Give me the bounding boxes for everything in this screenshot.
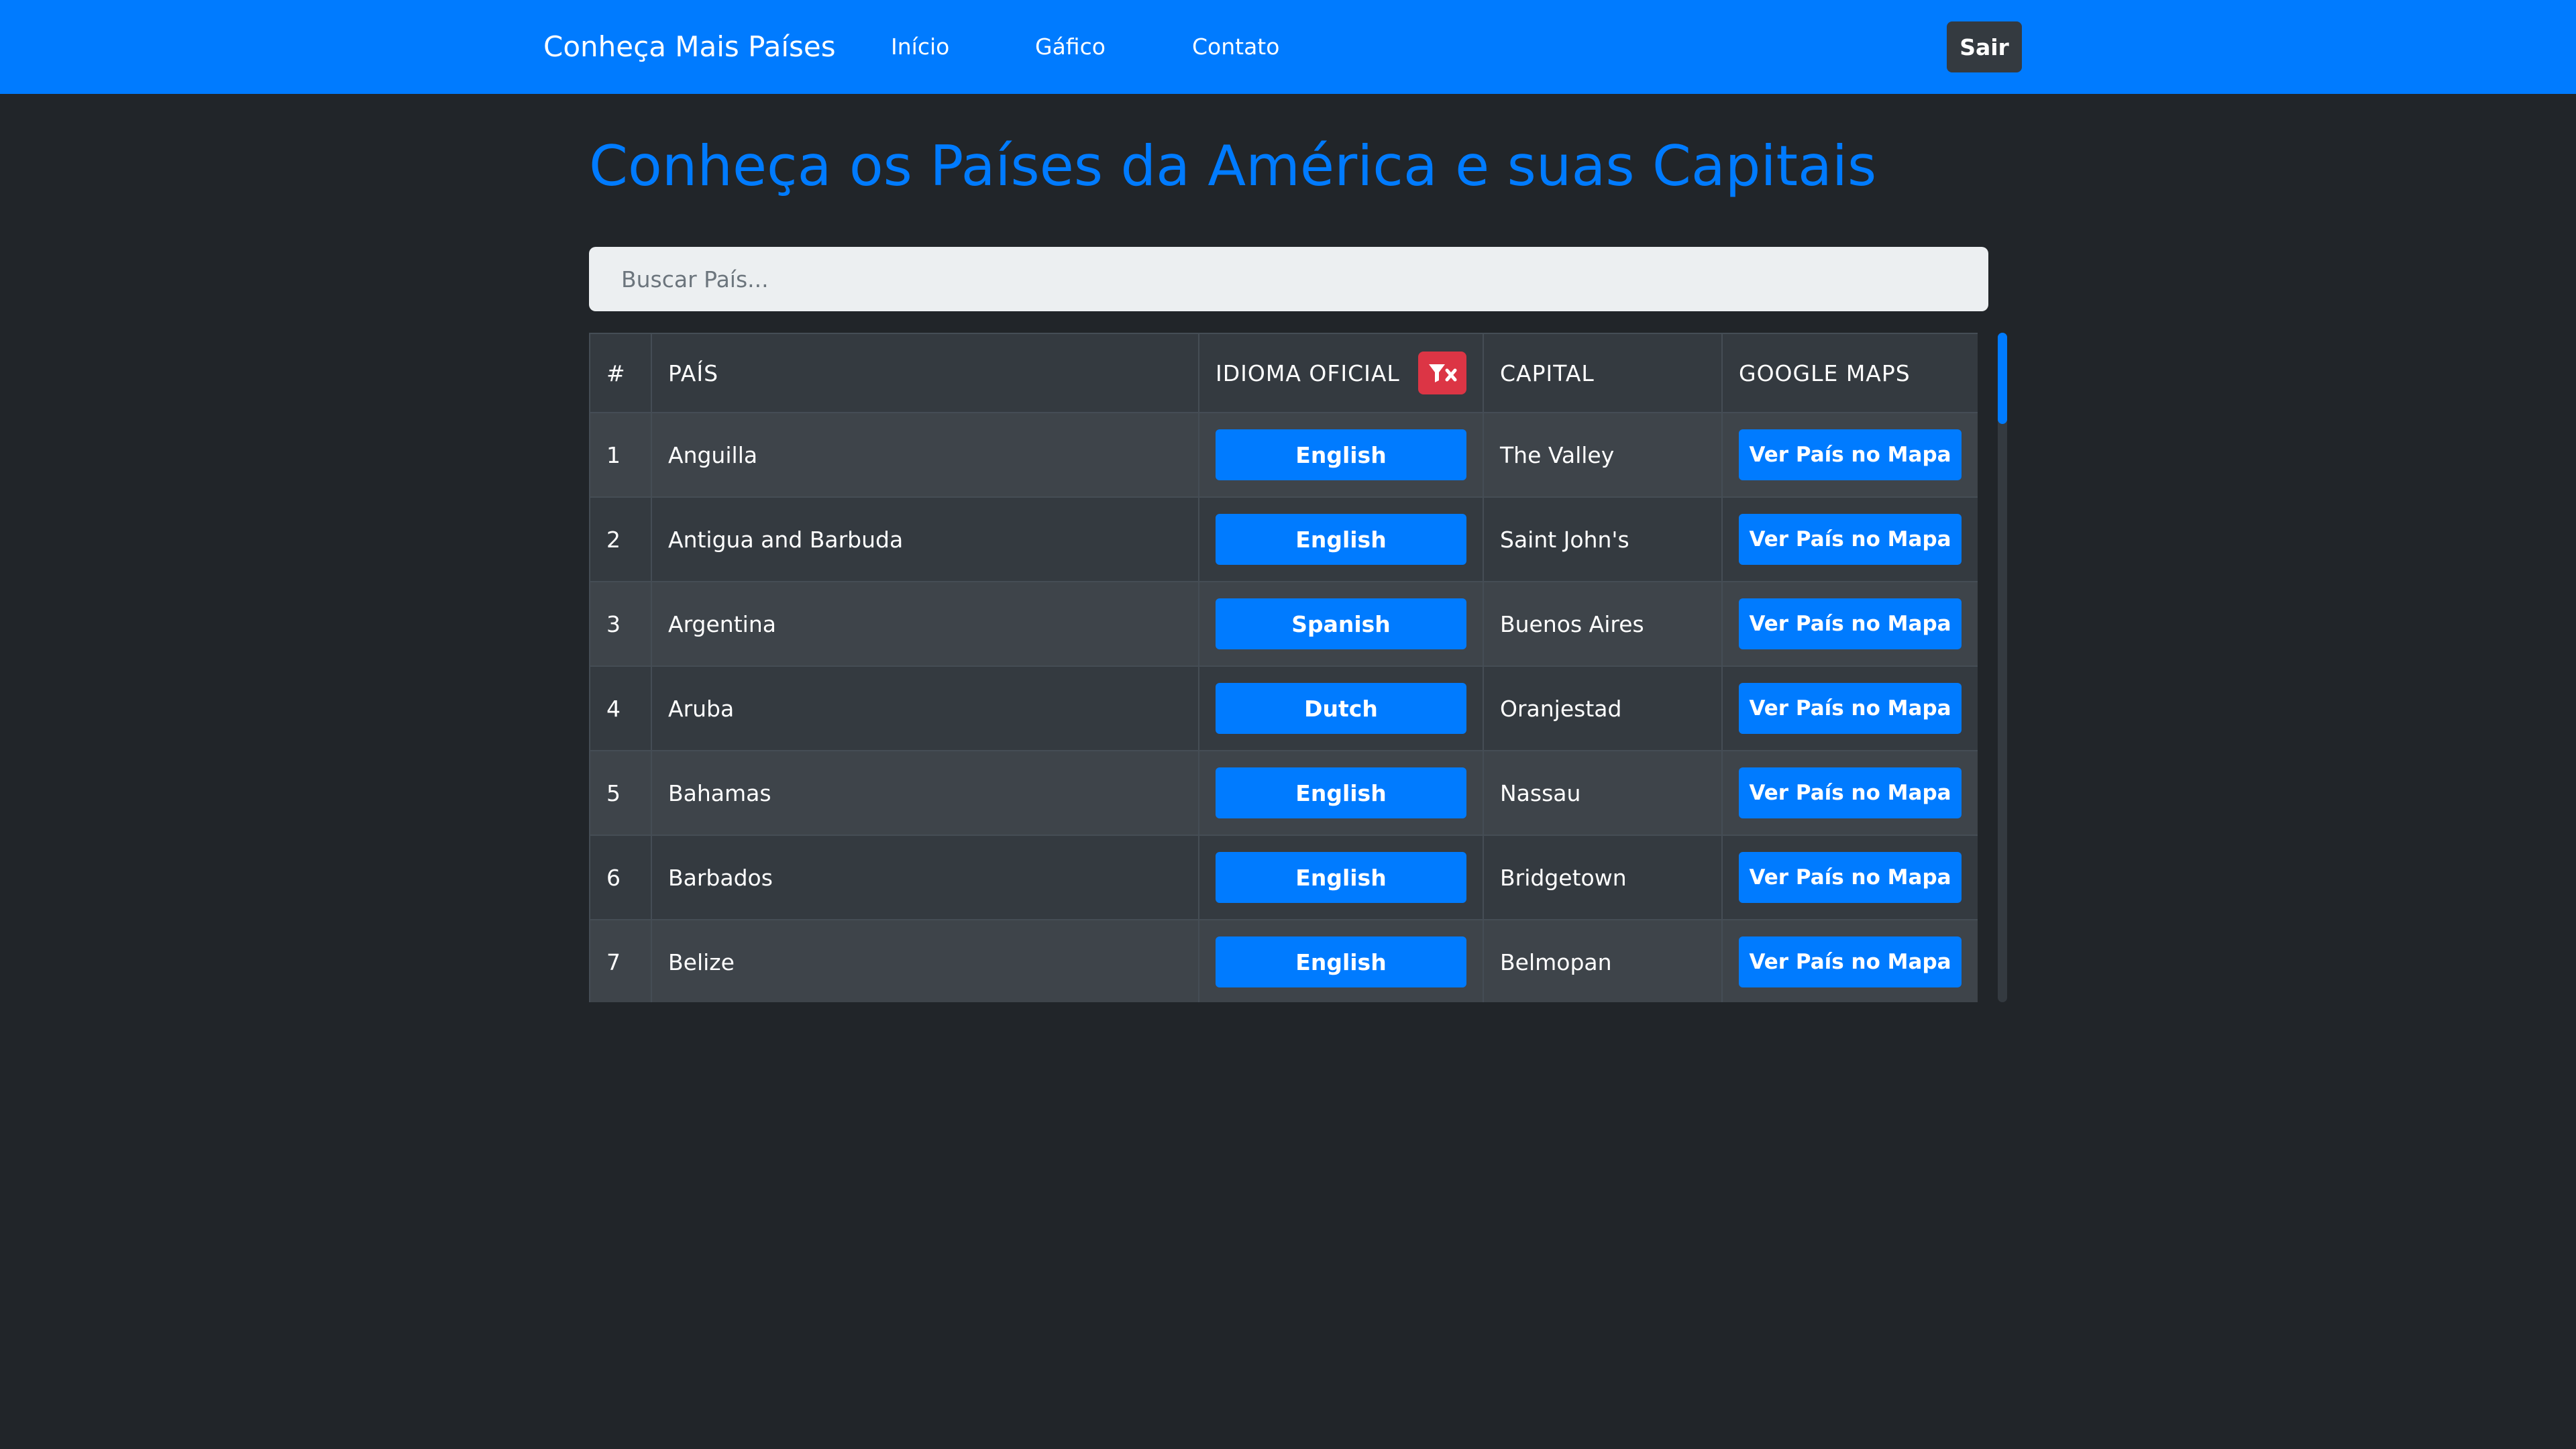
table-row: 2 Antigua and Barbuda English Saint John… bbox=[589, 496, 1978, 582]
header-pais: PAÍS bbox=[651, 333, 1199, 413]
top-navbar: Conheça Mais Países Início Gáfico Contat… bbox=[0, 0, 2576, 94]
row-language-cell: English bbox=[1198, 496, 1484, 582]
countries-table: # PAÍS IDIOMA OFICIAL CAPITAL GOOGLE MAP… bbox=[589, 333, 1978, 1002]
language-button[interactable]: English bbox=[1216, 936, 1466, 987]
row-language-cell: Dutch bbox=[1198, 665, 1484, 751]
row-country: Anguilla bbox=[651, 412, 1199, 498]
row-map-cell: Ver País no Mapa bbox=[1721, 750, 1978, 836]
header-number: # bbox=[589, 333, 652, 413]
row-map-cell: Ver País no Mapa bbox=[1721, 412, 1978, 498]
row-country: Barbados bbox=[651, 835, 1199, 920]
table-row: 1 Anguilla English The Valley Ver País n… bbox=[589, 412, 1978, 498]
row-number: 4 bbox=[589, 665, 652, 751]
row-language-cell: English bbox=[1198, 412, 1484, 498]
row-capital: Oranjestad bbox=[1483, 665, 1723, 751]
row-map-cell: Ver País no Mapa bbox=[1721, 496, 1978, 582]
brand-logo-text[interactable]: Conheça Mais Países bbox=[543, 28, 836, 66]
logout-button[interactable]: Sair bbox=[1947, 21, 2022, 72]
row-number: 1 bbox=[589, 412, 652, 498]
table-row: 5 Bahamas English Nassau Ver País no Map… bbox=[589, 750, 1978, 836]
language-button[interactable]: English bbox=[1216, 767, 1466, 818]
table-scrollbar[interactable] bbox=[1998, 333, 2007, 1002]
row-capital: Bridgetown bbox=[1483, 835, 1723, 920]
language-button[interactable]: English bbox=[1216, 852, 1466, 903]
header-idioma-label: IDIOMA OFICIAL bbox=[1216, 360, 1400, 386]
view-on-map-button[interactable]: Ver País no Mapa bbox=[1739, 514, 1962, 565]
nav-link-grafico[interactable]: Gáfico bbox=[1035, 33, 1106, 61]
countries-table-container[interactable]: # PAÍS IDIOMA OFICIAL CAPITAL GOOGLE MAP… bbox=[589, 333, 1978, 1002]
header-idioma: IDIOMA OFICIAL bbox=[1198, 333, 1484, 413]
row-language-cell: Spanish bbox=[1198, 581, 1484, 667]
row-number: 5 bbox=[589, 750, 652, 836]
row-map-cell: Ver País no Mapa bbox=[1721, 581, 1978, 667]
view-on-map-button[interactable]: Ver País no Mapa bbox=[1739, 852, 1962, 903]
header-capital: CAPITAL bbox=[1483, 333, 1723, 413]
view-on-map-button[interactable]: Ver País no Mapa bbox=[1739, 683, 1962, 734]
language-button[interactable]: English bbox=[1216, 514, 1466, 565]
row-country: Belize bbox=[651, 919, 1199, 1002]
nav-link-contato[interactable]: Contato bbox=[1192, 33, 1279, 61]
filter-clear-icon bbox=[1429, 364, 1457, 382]
row-capital: The Valley bbox=[1483, 412, 1723, 498]
row-number: 7 bbox=[589, 919, 652, 1002]
language-button[interactable]: English bbox=[1216, 429, 1466, 480]
table-row: 7 Belize English Belmopan Ver País no Ma… bbox=[589, 919, 1978, 1002]
row-number: 2 bbox=[589, 496, 652, 582]
nav-link-inicio[interactable]: Início bbox=[891, 33, 949, 61]
row-map-cell: Ver País no Mapa bbox=[1721, 665, 1978, 751]
view-on-map-button[interactable]: Ver País no Mapa bbox=[1739, 598, 1962, 649]
row-language-cell: English bbox=[1198, 835, 1484, 920]
row-country: Bahamas bbox=[651, 750, 1199, 836]
row-capital: Belmopan bbox=[1483, 919, 1723, 1002]
row-capital: Buenos Aires bbox=[1483, 581, 1723, 667]
table-scrollbar-thumb[interactable] bbox=[1998, 333, 2007, 424]
view-on-map-button[interactable]: Ver País no Mapa bbox=[1739, 429, 1962, 480]
row-number: 6 bbox=[589, 835, 652, 920]
table-row: 4 Aruba Dutch Oranjestad Ver País no Map… bbox=[589, 665, 1978, 751]
page-title: Conheça os Países da América e suas Capi… bbox=[589, 133, 1877, 199]
language-button[interactable]: Dutch bbox=[1216, 683, 1466, 734]
table-row: 6 Barbados English Bridgetown Ver País n… bbox=[589, 835, 1978, 920]
table-row: 3 Argentina Spanish Buenos Aires Ver Paí… bbox=[589, 581, 1978, 667]
search-input[interactable] bbox=[589, 247, 1988, 311]
view-on-map-button[interactable]: Ver País no Mapa bbox=[1739, 936, 1962, 987]
row-map-cell: Ver País no Mapa bbox=[1721, 835, 1978, 920]
language-button[interactable]: Spanish bbox=[1216, 598, 1466, 649]
row-number: 3 bbox=[589, 581, 652, 667]
row-country: Antigua and Barbuda bbox=[651, 496, 1199, 582]
view-on-map-button[interactable]: Ver País no Mapa bbox=[1739, 767, 1962, 818]
row-language-cell: English bbox=[1198, 750, 1484, 836]
row-country: Aruba bbox=[651, 665, 1199, 751]
table-header-row: # PAÍS IDIOMA OFICIAL CAPITAL GOOGLE MAP… bbox=[589, 333, 1978, 413]
row-country: Argentina bbox=[651, 581, 1199, 667]
row-capital: Nassau bbox=[1483, 750, 1723, 836]
row-map-cell: Ver País no Mapa bbox=[1721, 919, 1978, 1002]
header-google-maps: GOOGLE MAPS bbox=[1721, 333, 1978, 413]
row-language-cell: English bbox=[1198, 919, 1484, 1002]
clear-filter-button[interactable] bbox=[1418, 352, 1466, 394]
row-capital: Saint John's bbox=[1483, 496, 1723, 582]
